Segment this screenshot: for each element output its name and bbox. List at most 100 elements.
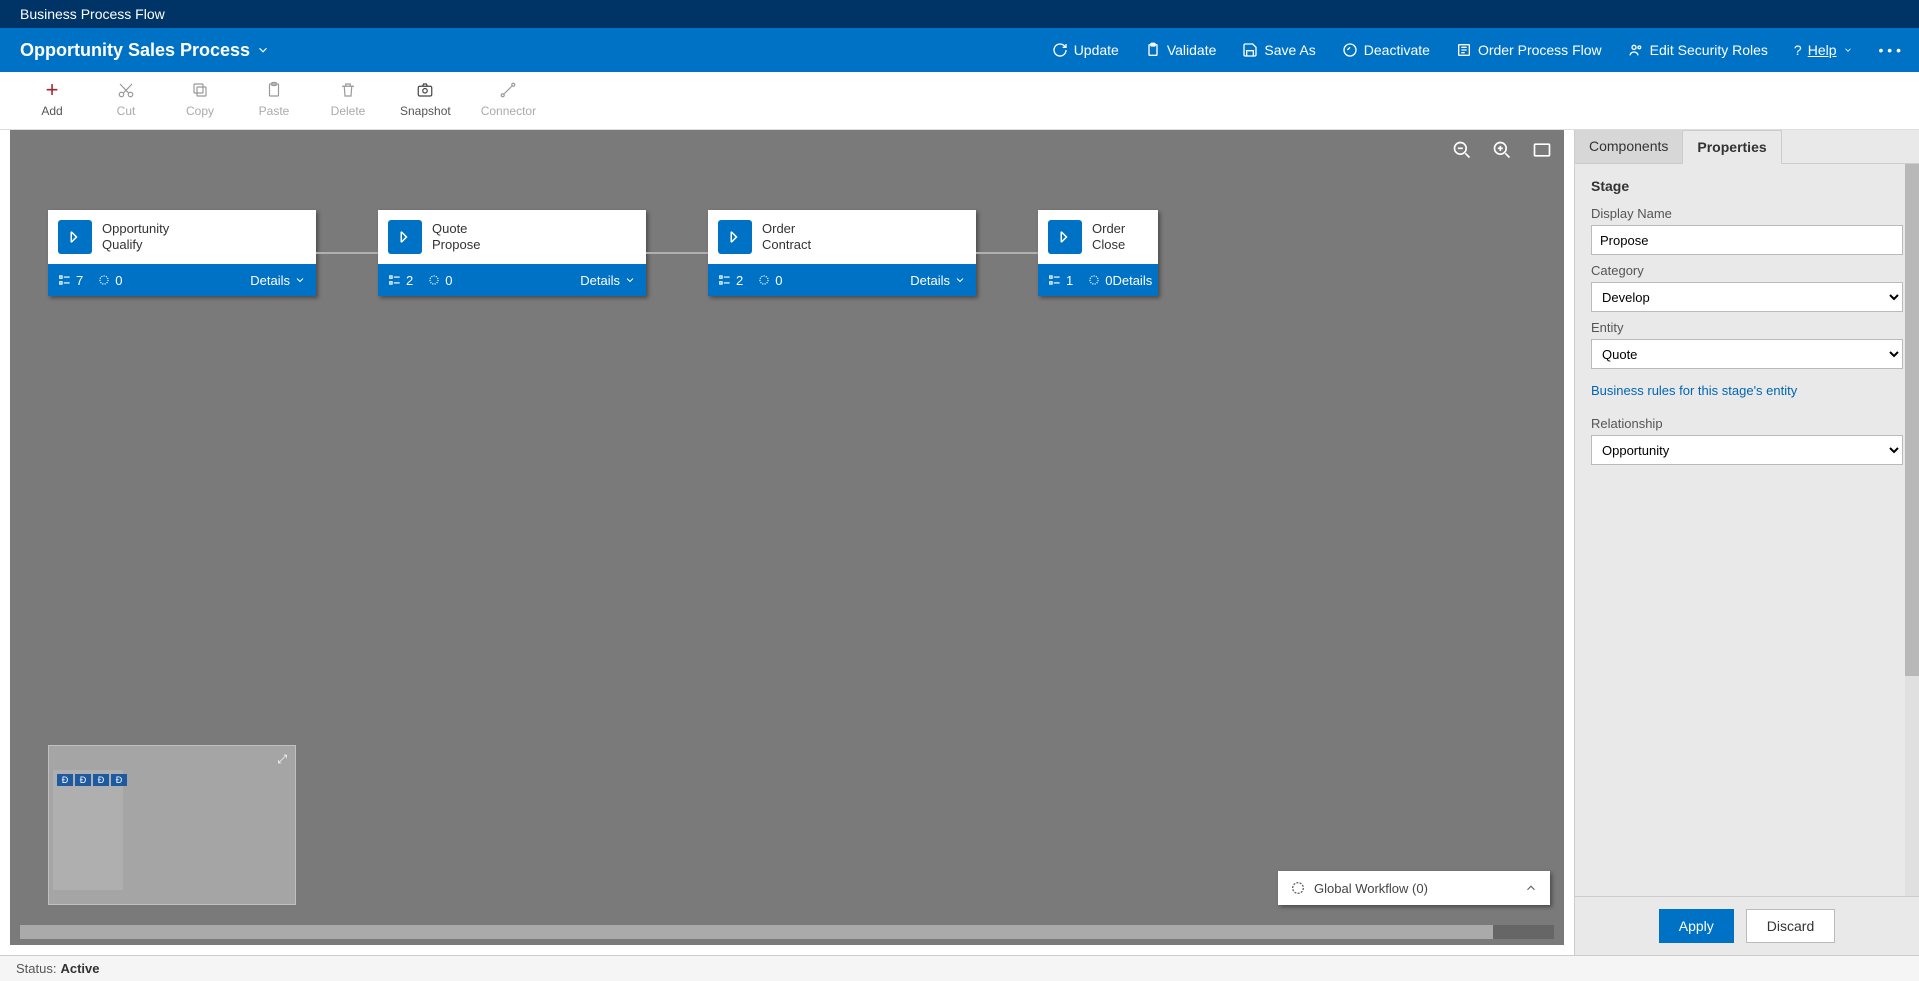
stage-icon (388, 220, 422, 254)
horizontal-scrollbar[interactable] (20, 925, 1554, 939)
stage-entity: Order (1092, 221, 1125, 237)
deactivate-button[interactable]: Deactivate (1334, 36, 1438, 64)
more-button[interactable]: • • • (1871, 36, 1909, 64)
expand-icon[interactable]: ⤢ (277, 752, 287, 767)
tab-components[interactable]: Components (1575, 130, 1682, 163)
scrollbar-thumb[interactable] (20, 925, 1493, 939)
snapshot-button[interactable]: Snapshot (400, 80, 451, 118)
stage-entity: Opportunity (102, 221, 169, 237)
refresh-icon (1052, 42, 1068, 58)
stage-card[interactable]: OpportunityQualify 70 Details (48, 210, 316, 296)
relationship-label: Relationship (1591, 416, 1903, 431)
global-workflow-bar[interactable]: Global Workflow (0) (1278, 871, 1550, 905)
validate-button[interactable]: Validate (1137, 36, 1225, 64)
command-bar: Opportunity Sales Process Update Validat… (0, 28, 1919, 72)
stage-card[interactable]: OrderContract20Details (708, 210, 976, 296)
stage-card[interactable]: OrderClose 10Details (1038, 210, 1158, 296)
save-as-button[interactable]: Save As (1234, 36, 1323, 64)
order-process-flow-button[interactable]: Order Process Flow (1448, 36, 1610, 64)
stage-details-toggle[interactable]: Details (1112, 273, 1158, 288)
process-name-dropdown[interactable]: Opportunity Sales Process (20, 40, 270, 61)
save-icon (1242, 42, 1258, 58)
add-button[interactable]: + Add (30, 80, 74, 118)
chevron-up-icon[interactable] (1524, 881, 1538, 895)
status-label: Status: (16, 961, 56, 976)
edit-security-roles-button[interactable]: Edit Security Roles (1620, 36, 1776, 64)
stage-details-toggle[interactable]: Details (910, 273, 966, 288)
entity-select[interactable]: Quote (1591, 339, 1903, 369)
copy-button[interactable]: Copy (178, 80, 222, 118)
camera-icon (416, 80, 434, 100)
status-value: Active (60, 961, 99, 976)
zoom-out-button[interactable] (1452, 140, 1472, 160)
discard-button[interactable]: Discard (1746, 909, 1835, 943)
process-name: Opportunity Sales Process (20, 40, 250, 61)
chevron-down-icon (1843, 45, 1853, 55)
stage-name: Contract (762, 237, 811, 253)
connector-button[interactable]: Connector (481, 80, 536, 118)
stage-icon (58, 220, 92, 254)
help-button[interactable]: ? Help (1786, 36, 1861, 64)
fit-screen-button[interactable] (1532, 140, 1552, 160)
designer-canvas[interactable]: OpportunityQualify70DetailsQuotePropose2… (10, 130, 1564, 945)
title-bar: Business Process Flow (0, 0, 1919, 28)
stage-details-toggle[interactable]: Details (250, 273, 306, 288)
title-bar-text: Business Process Flow (20, 6, 165, 22)
stage-entity: Order (762, 221, 811, 237)
stage-details-toggle[interactable]: Details (580, 273, 636, 288)
paste-icon (265, 80, 283, 100)
workflows-count: 0 (97, 273, 122, 288)
steps-count: 1 (1048, 273, 1073, 288)
stage-name: Qualify (102, 237, 169, 253)
entity-label: Entity (1591, 320, 1903, 335)
display-name-label: Display Name (1591, 206, 1903, 221)
workflow-icon (1290, 880, 1306, 896)
status-bar: Status: Active (0, 955, 1919, 981)
stage-connector (316, 252, 378, 254)
steps-count: 2 (388, 273, 413, 288)
minimap-viewport[interactable] (53, 770, 123, 890)
properties-panel: Components Properties Stage Display Name… (1574, 130, 1919, 955)
panel-section-title: Stage (1591, 178, 1903, 194)
category-select[interactable]: Develop (1591, 282, 1903, 312)
deactivate-icon (1342, 42, 1358, 58)
scrollbar-thumb[interactable] (1905, 164, 1919, 676)
stage-icon (1048, 220, 1082, 254)
minimap-node: Ɖ (93, 774, 109, 786)
minimap-node: Ɖ (57, 774, 73, 786)
display-name-input[interactable] (1591, 225, 1903, 255)
vertical-scrollbar[interactable] (1905, 164, 1919, 896)
stage-connector (646, 252, 708, 254)
cut-button[interactable]: Cut (104, 80, 148, 118)
stage-name: Propose (432, 237, 480, 253)
minimap-node: Ɖ (75, 774, 91, 786)
stage-entity: Quote (432, 221, 480, 237)
connector-icon (499, 80, 517, 100)
stage-name: Close (1092, 237, 1125, 253)
apply-button[interactable]: Apply (1659, 909, 1734, 943)
delete-button[interactable]: Delete (326, 80, 370, 118)
stage-icon (718, 220, 752, 254)
business-rules-link[interactable]: Business rules for this stage's entity (1591, 383, 1797, 398)
workflows-count: 0 (757, 273, 782, 288)
help-icon: ? (1794, 42, 1802, 58)
copy-icon (191, 80, 209, 100)
plus-icon: + (46, 80, 59, 100)
workflows-count: 0 (1087, 273, 1112, 288)
minimap[interactable]: ⤢ Ɖ Ɖ Ɖ Ɖ (48, 745, 296, 905)
editor-toolbar: + Add Cut Copy Paste Delete Snapshot Con… (0, 72, 1919, 130)
security-roles-icon (1628, 42, 1644, 58)
stage-connector (976, 252, 1038, 254)
tab-properties[interactable]: Properties (1682, 130, 1781, 164)
workflows-count: 0 (427, 273, 452, 288)
delete-icon (339, 80, 357, 100)
relationship-select[interactable]: Opportunity (1591, 435, 1903, 465)
minimap-node: Ɖ (111, 774, 127, 786)
category-label: Category (1591, 263, 1903, 278)
steps-count: 7 (58, 273, 83, 288)
clipboard-icon (1145, 42, 1161, 58)
zoom-in-button[interactable] (1492, 140, 1512, 160)
update-button[interactable]: Update (1044, 36, 1127, 64)
paste-button[interactable]: Paste (252, 80, 296, 118)
stage-card[interactable]: QuotePropose 20 Details (378, 210, 646, 296)
